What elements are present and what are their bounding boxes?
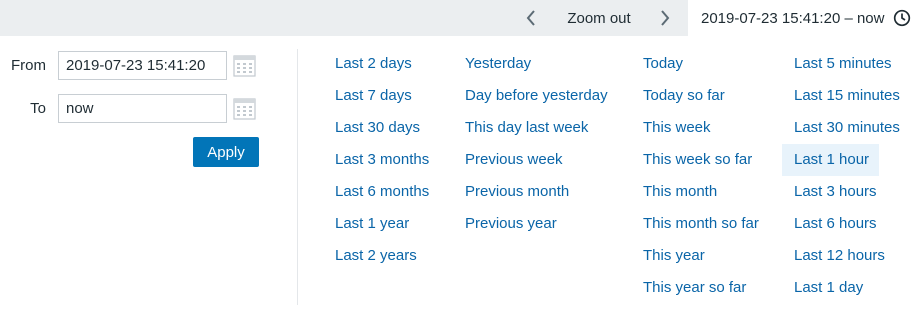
quick-range-link[interactable]: Day before yesterday bbox=[465, 80, 608, 112]
quick-range-link[interactable]: Last 6 months bbox=[335, 176, 429, 208]
zoom-out-button[interactable]: Zoom out bbox=[553, 0, 645, 36]
quick-range-link[interactable]: Yesterday bbox=[465, 48, 608, 80]
quick-range-link[interactable]: Previous week bbox=[465, 144, 608, 176]
quick-range-link[interactable]: Last 12 hours bbox=[794, 240, 900, 272]
next-period-button[interactable] bbox=[645, 0, 685, 36]
from-label: From bbox=[11, 57, 46, 74]
time-range-bar: Zoom out 2019-07-23 15:41:20 – now bbox=[0, 0, 922, 37]
quick-range-link[interactable]: Last 6 hours bbox=[794, 208, 900, 240]
quick-range-link[interactable]: Last 2 years bbox=[335, 240, 429, 272]
quick-range-column-3: Today Today so far This week This week so f… bbox=[643, 48, 759, 304]
quick-range-link[interactable]: Last 3 months bbox=[335, 144, 429, 176]
from-input[interactable] bbox=[58, 51, 227, 80]
quick-range-link[interactable]: This day last week bbox=[465, 112, 608, 144]
time-selector-panel: From To Apply Last 2 daysLast 7 d bbox=[0, 37, 922, 316]
time-range-label: 2019-07-23 15:41:20 – now bbox=[701, 10, 885, 27]
quick-range-link[interactable]: This year bbox=[643, 240, 759, 272]
previous-period-button[interactable] bbox=[511, 0, 551, 36]
to-calendar-button[interactable] bbox=[233, 98, 256, 120]
quick-range-link[interactable]: This year so far bbox=[643, 272, 759, 304]
quick-range-link[interactable]: Last 30 minutes bbox=[794, 112, 900, 144]
quick-range-link[interactable]: This week bbox=[643, 112, 759, 144]
quick-range-link[interactable]: Last 3 hours bbox=[794, 176, 900, 208]
apply-button[interactable]: Apply bbox=[193, 137, 259, 167]
quick-range-link[interactable]: Today so far bbox=[643, 80, 759, 112]
from-calendar-button[interactable] bbox=[233, 55, 256, 77]
panel-divider bbox=[297, 49, 298, 305]
calendar-icon bbox=[233, 98, 256, 120]
quick-range-link[interactable]: Last 5 minutes bbox=[794, 48, 900, 80]
quick-range-column-1: Last 2 days Last 7 days Last 30 days Last 3… bbox=[335, 48, 429, 272]
quick-range-link[interactable]: This month bbox=[643, 176, 759, 208]
quick-range-link[interactable]: Last 7 days bbox=[335, 80, 429, 112]
quick-range-link[interactable]: This week so far bbox=[643, 144, 759, 176]
quick-range-link[interactable]: Previous month bbox=[465, 176, 608, 208]
quick-range-column-4: Last 5 minutes Last 15 minutes Last 30 min… bbox=[782, 48, 900, 304]
chevron-left-icon bbox=[526, 10, 535, 26]
quick-range-link[interactable]: Last 30 days bbox=[335, 112, 429, 144]
quick-range-link[interactable]: Last 2 days bbox=[335, 48, 429, 80]
quick-range-link[interactable]: Last 15 minutes bbox=[794, 80, 900, 112]
to-label: To bbox=[30, 100, 46, 117]
time-range-tab[interactable]: 2019-07-23 15:41:20 – now bbox=[688, 0, 922, 37]
clock-icon bbox=[893, 9, 911, 27]
quick-range-link[interactable]: Today bbox=[643, 48, 759, 80]
quick-range-link[interactable]: Last 1 year bbox=[335, 208, 429, 240]
to-input[interactable] bbox=[58, 94, 227, 123]
calendar-icon bbox=[233, 55, 256, 77]
quick-range-link[interactable]: Previous year bbox=[465, 208, 608, 240]
quick-range-link[interactable]: Last 1 hour bbox=[782, 144, 879, 176]
quick-range-link[interactable]: This month so far bbox=[643, 208, 759, 240]
chevron-right-icon bbox=[661, 10, 670, 26]
quick-range-link[interactable]: Last 1 day bbox=[794, 272, 900, 304]
quick-range-column-2: Yesterday Day before yesterday This day la… bbox=[465, 48, 608, 240]
